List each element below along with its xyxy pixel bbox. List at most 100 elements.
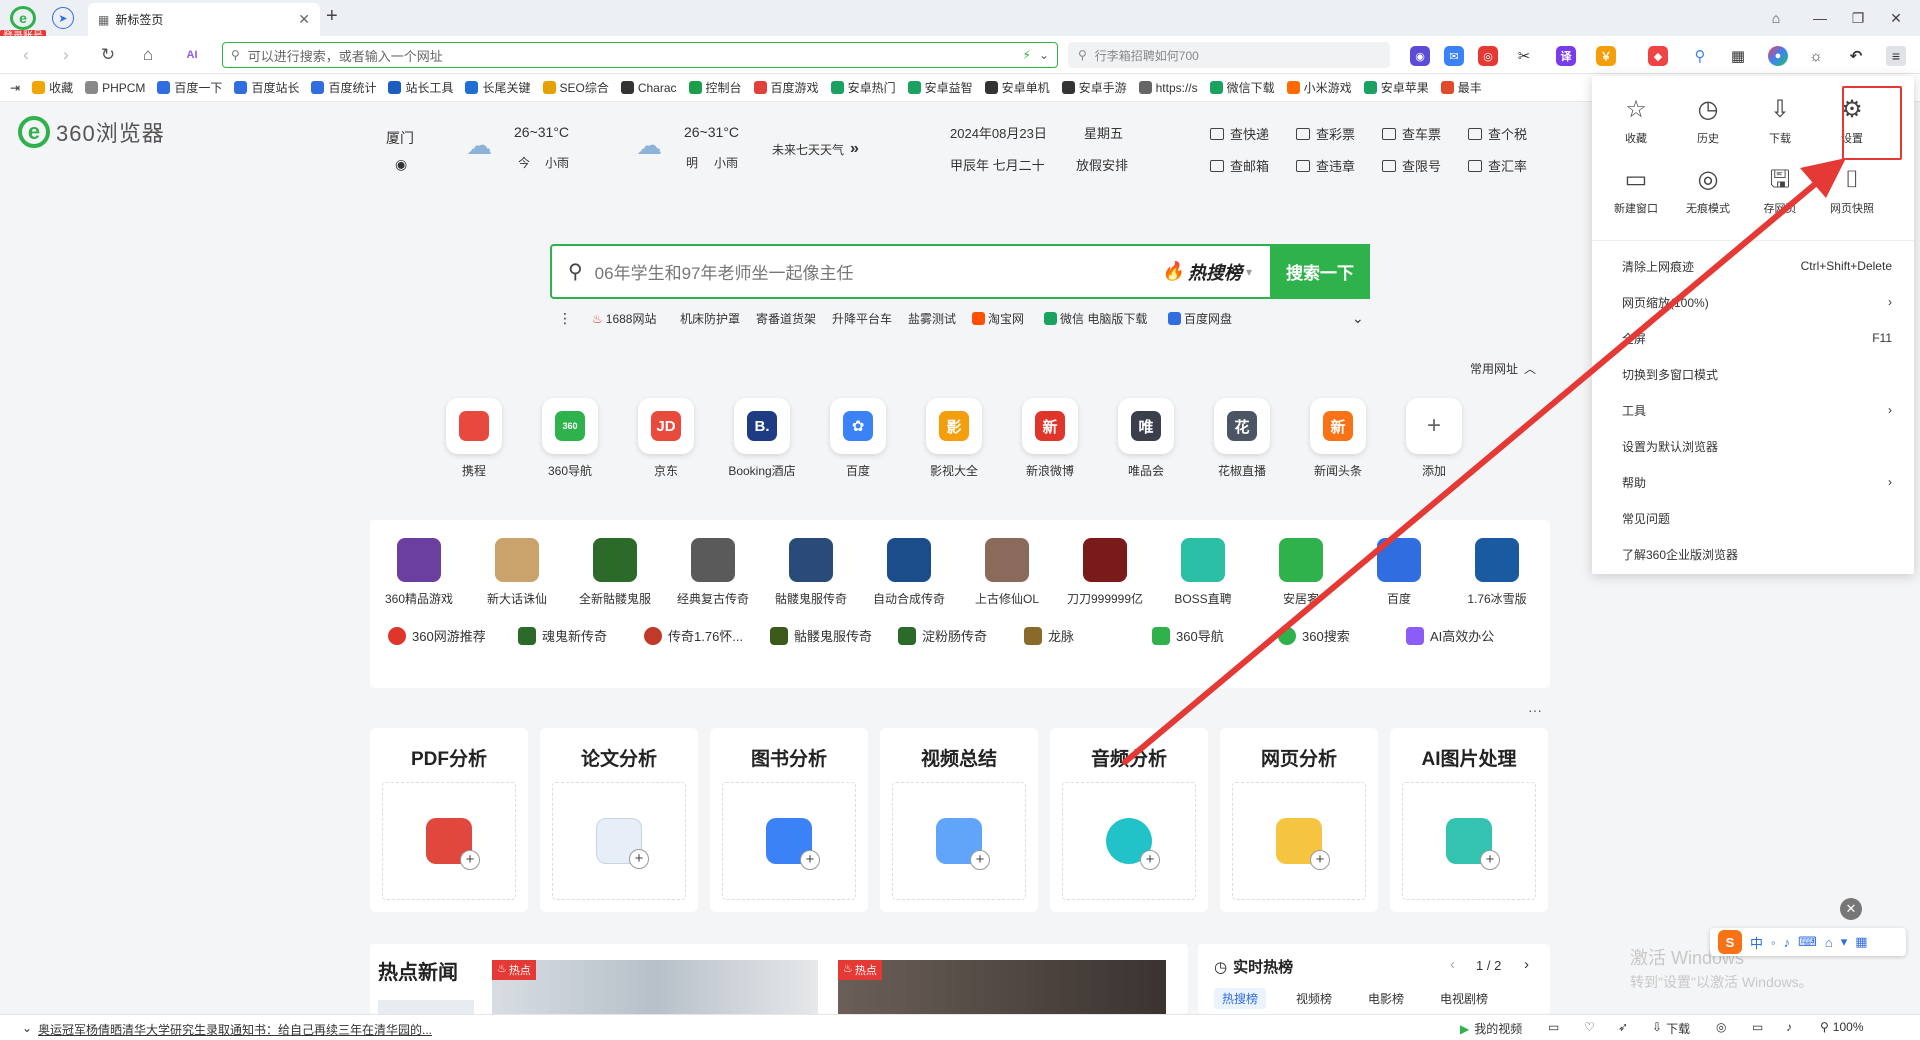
weather-city[interactable]: 厦门 <box>386 128 414 148</box>
site-tile[interactable]: 唯唯品会 <box>1110 398 1182 479</box>
game-item[interactable]: 安居客 <box>1252 538 1350 607</box>
hot-word[interactable]: 升降平台车 <box>832 310 892 327</box>
bookmark-item[interactable]: 控制台 <box>688 79 742 96</box>
game-item[interactable]: 全新骷髅鬼服 <box>566 538 664 607</box>
home-button[interactable]: ⌂ <box>136 44 160 66</box>
game-item[interactable]: 百度 <box>1350 538 1448 607</box>
bookmark-item[interactable]: 安卓手游 <box>1061 79 1127 96</box>
menu-item-clear-history[interactable]: 清除上网痕迹 Ctrl+Shift+Delete <box>1622 256 1892 276</box>
more-dots-icon[interactable]: ⋮ <box>558 310 572 327</box>
bookmark-item[interactable]: 安卓单机 <box>984 79 1050 96</box>
bookmark-item[interactable]: 微信下载 <box>1209 79 1275 96</box>
sidebar-toggle-icon[interactable]: ⇥ <box>10 81 20 95</box>
hot-word[interactable]: 淘宝网 <box>972 310 1024 327</box>
quick-link[interactable]: 查违章 <box>1296 156 1355 175</box>
tool-drop-area[interactable]: + <box>722 782 856 900</box>
hot-word[interactable]: 微信 电脑版下载 <box>1044 310 1147 327</box>
new-tab-button[interactable]: + <box>326 5 338 28</box>
undo-icon[interactable]: ↶ <box>1846 46 1866 66</box>
location-pin-icon[interactable]: ◉ <box>395 156 407 173</box>
game-item[interactable]: 骷髅鬼服传奇 <box>762 538 860 607</box>
bookmark-item[interactable]: https://s <box>1138 81 1198 95</box>
status-icon-1[interactable]: ▭ <box>1548 1020 1559 1034</box>
refresh-button[interactable]: ↻ <box>96 44 120 66</box>
hot-word[interactable]: 盐雾测试 <box>908 310 956 327</box>
news-thumb[interactable] <box>378 1000 474 1014</box>
bookmark-item[interactable]: 安卓苹果 <box>1363 79 1429 96</box>
restore-button[interactable]: ❐ <box>1838 4 1878 32</box>
browser-logo-icon[interactable]: e <box>10 6 36 30</box>
tab-hot-search[interactable]: 热搜榜 <box>1214 988 1267 1009</box>
menu-incognito[interactable]: ◎ 无痕模式 <box>1672 166 1744 216</box>
tool-card-image[interactable]: AI图片处理 + <box>1390 728 1548 912</box>
site-tile[interactable]: ✿ 百度 <box>822 398 894 479</box>
extension-grid-icon[interactable]: ▦ <box>1728 46 1748 66</box>
chevron-down-icon[interactable]: ⌄ <box>1039 48 1049 62</box>
bookmark-item[interactable]: Charac <box>620 81 677 95</box>
tool-card-audio[interactable]: 音频分析 + <box>1050 728 1208 912</box>
extension-scissors-icon[interactable]: ✂ <box>1514 46 1534 66</box>
brightness-icon[interactable]: ☼ <box>1806 46 1826 66</box>
game-link[interactable]: 360导航 <box>1152 626 1224 645</box>
site-tile[interactable]: B. Booking酒店 <box>726 398 798 479</box>
menu-item-help[interactable]: 帮助 › <box>1622 472 1892 492</box>
game-item[interactable]: 自动合成传奇 <box>860 538 958 607</box>
menu-icon[interactable]: ≡ <box>1886 46 1906 66</box>
hot-word[interactable]: 百度网盘 <box>1168 310 1232 327</box>
menu-item-fullscreen[interactable]: 全屏 F11 <box>1622 328 1892 348</box>
common-sites-toggle[interactable]: 常用网址 ︿ <box>1470 360 1536 377</box>
site-tile[interactable]: JD 京东 <box>630 398 702 479</box>
menu-new-window[interactable]: ▭ 新建窗口 <box>1600 166 1672 216</box>
game-link[interactable]: 骷髅鬼服传奇 <box>770 626 872 645</box>
extension-chat-icon[interactable]: ◉ <box>1410 46 1430 66</box>
game-item[interactable]: BOSS直聘 <box>1154 538 1252 607</box>
site-tile[interactable]: 新新闻头条 <box>1302 398 1374 479</box>
menu-item-zoom[interactable]: 网页缩放(100%) › <box>1622 292 1892 312</box>
status-download[interactable]: ⇩ 下载 <box>1652 1020 1690 1037</box>
status-heart-icon[interactable]: ♡ <box>1584 1020 1595 1034</box>
tool-drop-area[interactable]: + <box>1232 782 1366 900</box>
site-tile[interactable]: 360 360导航 <box>534 398 606 479</box>
news-image-1[interactable] <box>492 960 818 1014</box>
bookmark-item[interactable]: 百度站长 <box>234 79 299 96</box>
back-button[interactable]: ‹ <box>14 44 38 66</box>
menu-item-tools[interactable]: 工具 › <box>1622 400 1892 420</box>
forward-button[interactable]: › <box>54 44 78 66</box>
tool-card-paper[interactable]: 论文分析 + <box>540 728 698 912</box>
extension-magnifier-icon[interactable]: ⚲ <box>1690 46 1710 66</box>
main-search-box[interactable]: ⚲ 06年学生和97年老师坐一起像主任 🔥 热搜榜 ▾ <box>550 244 1370 299</box>
bookmark-item[interactable]: SEO综合 <box>542 79 609 96</box>
tool-drop-area[interactable]: + <box>1062 782 1196 900</box>
menu-download[interactable]: ⇩ 下载 <box>1744 96 1816 146</box>
hot-word[interactable]: 机床防护罩 <box>680 310 740 327</box>
quick-link[interactable]: 查彩票 <box>1296 124 1355 143</box>
status-chevron-icon[interactable]: ⌄ <box>22 1021 32 1035</box>
menu-history[interactable]: ◷ 历史 <box>1672 96 1744 146</box>
extension-mail-icon[interactable]: ✉ <box>1444 46 1464 66</box>
status-zoom[interactable]: ⚲ 100% <box>1820 1020 1864 1034</box>
game-link[interactable]: 360网游推荐 <box>388 626 486 645</box>
my-video-link[interactable]: ▶ 我的视频 <box>1460 1020 1522 1037</box>
status-headline-link[interactable]: 奥运冠军杨倩晒清华大学研究生录取通知书：给自己再续三年在清华园的... <box>38 1021 432 1038</box>
minimize-button[interactable]: — <box>1800 4 1840 32</box>
tab-close-icon[interactable]: ✕ <box>298 11 310 28</box>
tool-drop-area[interactable]: + <box>1402 782 1536 900</box>
chevron-down-icon[interactable]: ⌄ <box>1352 310 1364 327</box>
quick-link[interactable]: 查限号 <box>1382 156 1441 175</box>
extension-translate-icon[interactable]: 译 <box>1556 46 1576 66</box>
tool-drop-area[interactable]: + <box>552 782 686 900</box>
quick-link[interactable]: 查汇率 <box>1468 156 1527 175</box>
menu-item-enterprise[interactable]: 了解360企业版浏览器 <box>1622 544 1892 564</box>
game-item[interactable]: 刀刀999999亿 <box>1056 538 1154 607</box>
quick-link[interactable]: 查个税 <box>1468 124 1527 143</box>
game-link[interactable]: 淀粉肠传奇 <box>898 626 987 645</box>
status-rocket-icon[interactable]: ➶ <box>1618 1020 1628 1034</box>
quick-link[interactable]: 查快递 <box>1210 124 1269 143</box>
address-bar[interactable]: ⚲ 可以进行搜索，或者输入一个网址 ⚡ ⌄ <box>222 42 1058 68</box>
close-circle-icon[interactable]: ✕ <box>1840 898 1862 920</box>
tool-drop-area[interactable]: + <box>382 782 516 900</box>
game-link[interactable]: 传奇1.76怀... <box>644 626 743 645</box>
tool-card-web[interactable]: 网页分析 + <box>1220 728 1378 912</box>
location-icon[interactable]: ➤ <box>52 7 74 29</box>
menu-save-page[interactable]: 🖫 存网页 <box>1744 166 1816 216</box>
